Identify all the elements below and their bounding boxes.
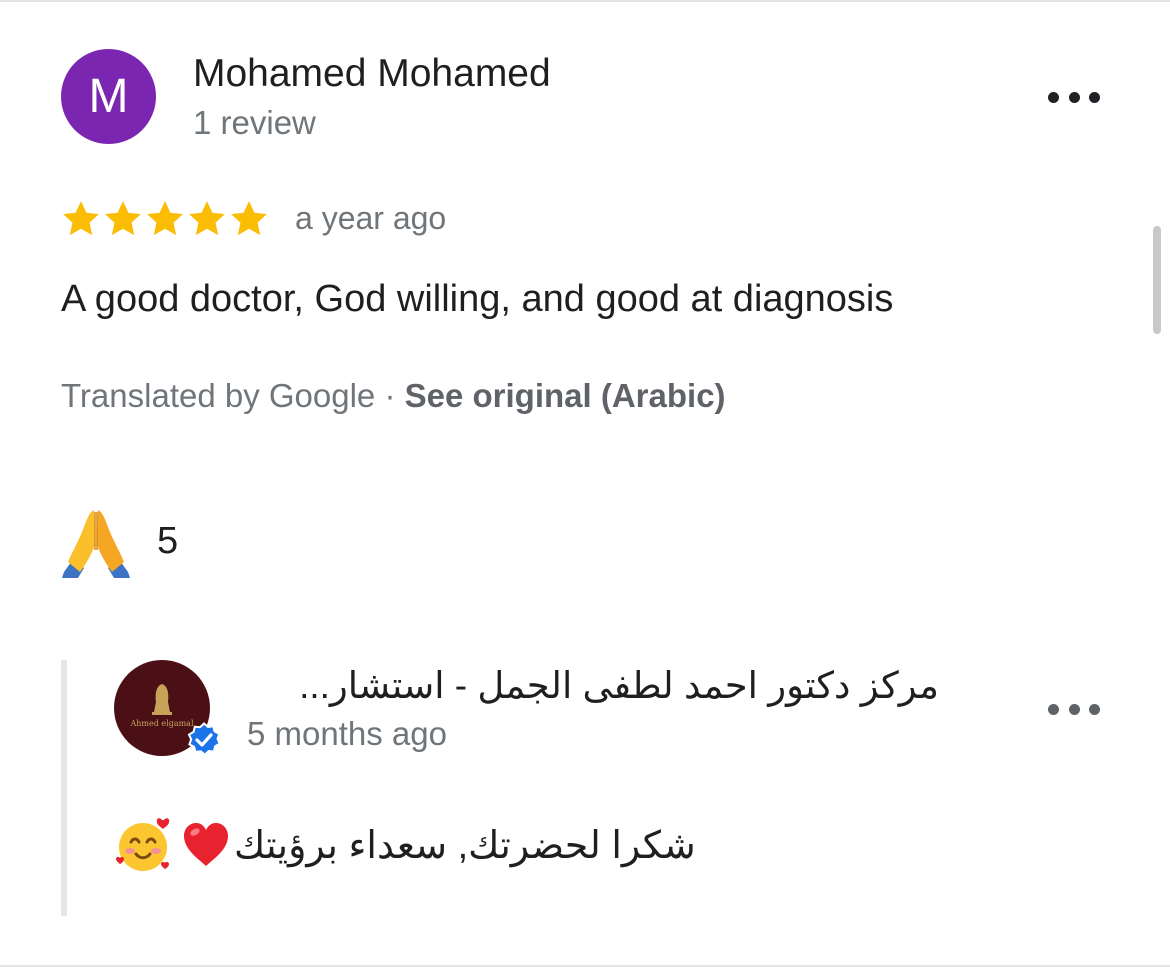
star-icon bbox=[231, 201, 267, 236]
star-icon bbox=[189, 201, 225, 236]
business-name[interactable]: مركز دكتور احمد لطفى الجمل - استشار... bbox=[246, 664, 939, 707]
separator: · bbox=[375, 377, 405, 414]
logo-text: Ahmed elgamal bbox=[129, 719, 193, 728]
reviewer-avatar[interactable]: M bbox=[61, 49, 156, 144]
review-more-options-button[interactable] bbox=[1048, 82, 1100, 112]
verified-badge-icon bbox=[187, 722, 221, 757]
translated-by-label: Translated by Google bbox=[61, 377, 376, 414]
reaction-count: 5 bbox=[157, 520, 179, 562]
star-icon bbox=[147, 201, 183, 236]
review-count: 1 review bbox=[193, 104, 316, 141]
star-rating bbox=[60, 196, 270, 242]
see-original-link[interactable]: See original (Arabic) bbox=[405, 377, 726, 414]
star-icon bbox=[105, 201, 141, 236]
star-icon bbox=[63, 201, 99, 236]
smiling-face-with-hearts-icon bbox=[116, 818, 170, 871]
reply-date: 5 months ago bbox=[247, 715, 447, 752]
reply-indent-bar bbox=[61, 660, 67, 916]
scrollbar-thumb[interactable] bbox=[1153, 226, 1161, 334]
reply-text: شكرا لحضرتك, سعداء برؤيتك bbox=[114, 815, 696, 875]
folded-hands-icon[interactable] bbox=[60, 506, 132, 578]
translation-note: Translated by Google · See original (Ara… bbox=[61, 377, 726, 415]
top-divider bbox=[0, 0, 1170, 2]
reply-text-content: شكرا لحضرتك, سعداء برؤيتك bbox=[234, 824, 696, 867]
reviewer-name[interactable]: Mohamed Mohamed bbox=[193, 52, 551, 96]
review-text: A good doctor, God willing, and good at … bbox=[61, 278, 894, 320]
reply-more-options-button[interactable] bbox=[1048, 694, 1100, 724]
dot-icon bbox=[1048, 91, 1059, 103]
dot-icon bbox=[1068, 91, 1080, 103]
review-date: a year ago bbox=[295, 200, 447, 236]
dot-icon bbox=[1089, 703, 1100, 715]
dot-icon bbox=[1089, 91, 1100, 103]
dot-icon bbox=[1048, 703, 1059, 715]
red-heart-icon bbox=[184, 823, 228, 866]
dot-icon bbox=[1068, 703, 1080, 715]
